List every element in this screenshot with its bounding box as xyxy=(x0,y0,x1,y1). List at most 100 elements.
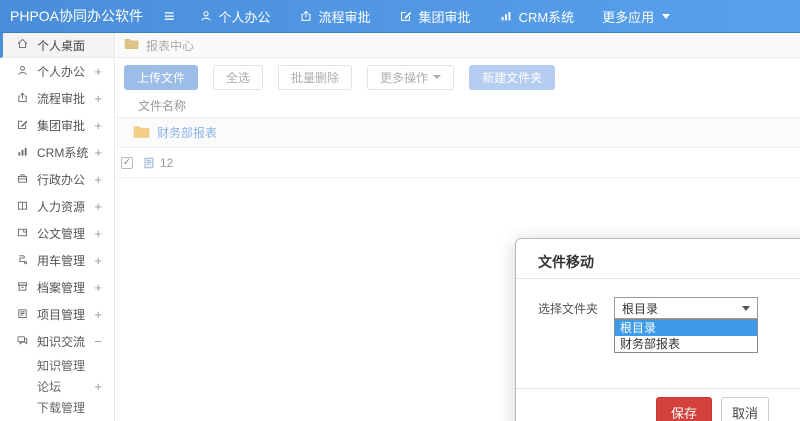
upload-box-icon xyxy=(16,91,37,107)
sidebar-item-human-resources[interactable]: 人力资源 + xyxy=(0,193,114,220)
cancel-button[interactable]: 取消 xyxy=(721,397,770,421)
sidebar-item-label: 个人桌面 xyxy=(37,38,86,53)
sidebar: 个人桌面 个人办公 + 流程审批 + 集团审批 + CRM系统 + 行政办公 + xyxy=(0,33,115,421)
archive-icon xyxy=(16,280,37,296)
sidebar-item-personal-office[interactable]: 个人办公 + xyxy=(0,58,114,85)
sidebar-item-project-management[interactable]: 项目管理 + xyxy=(0,301,114,328)
topnav-workflow-approval[interactable]: 流程审批 xyxy=(299,7,371,26)
sidebar-item-label: 用车管理 xyxy=(37,254,86,268)
sidebar-item-knowledge-exchange[interactable]: 知识交流 − xyxy=(0,328,114,355)
user-icon xyxy=(16,64,37,80)
topbar: PHPOA协同办公软件 ≡ 个人办公 流程审批 集团审批 CRM系统 更多应用 xyxy=(0,0,800,33)
topnav-label: 更多应用 xyxy=(602,9,655,25)
sidebar-item-label: 项目管理 xyxy=(37,308,86,322)
dropdown-option-finance-reports[interactable]: 财务部报表 xyxy=(615,336,757,352)
file-name-label: 12 xyxy=(160,155,174,170)
dialog-body: 选择文件夹 根目录 根目录 财务部报表 xyxy=(516,279,800,388)
folder-icon xyxy=(133,124,157,142)
sidebar-subitem-label: 知识管理 xyxy=(37,359,86,373)
bar-chart-icon xyxy=(499,9,513,23)
sidebar-item-vehicle-management[interactable]: 用车管理 + xyxy=(0,247,114,274)
expand-plus-icon[interactable]: + xyxy=(94,379,102,394)
app-brand: PHPOA协同办公软件 xyxy=(10,8,144,24)
sidebar-item-label: CRM系统 xyxy=(37,146,89,160)
sidebar-item-crm-system[interactable]: CRM系统 + xyxy=(0,139,114,166)
dialog-title: 文件移动 xyxy=(538,254,594,270)
select-all-button[interactable]: 全选 xyxy=(213,64,264,90)
folder-select[interactable]: 根目录 xyxy=(614,297,759,319)
hamburger-menu-icon[interactable]: ≡ xyxy=(164,7,175,25)
topnav-label: 流程审批 xyxy=(318,9,371,25)
more-operations-button[interactable]: 更多操作 xyxy=(367,64,455,90)
folder-name-link[interactable]: 财务部报表 xyxy=(157,124,217,141)
file-name-column-header: 文件名称 xyxy=(116,95,800,118)
sidebar-subitem-download-management[interactable]: 下载管理 xyxy=(0,397,114,418)
book-icon xyxy=(16,199,37,215)
move-file-dialog: 文件移动 选择文件夹 根目录 根目录 财务部报表 保存 取消 xyxy=(515,238,800,421)
sidebar-item-personal-desktop[interactable]: 个人桌面 xyxy=(0,33,114,58)
toolbar: 上传文件 全选 批量删除 更多操作 新建文件夹 xyxy=(116,58,800,90)
save-button[interactable]: 保存 xyxy=(656,397,713,421)
folder-select-value: 根目录 xyxy=(622,301,659,316)
row-checkbox[interactable]: ✓ xyxy=(121,156,133,169)
table-row[interactable]: ✓ 12 xyxy=(116,148,800,178)
sidebar-item-admin-office[interactable]: 行政办公 + xyxy=(0,166,114,193)
briefcase-icon xyxy=(16,172,37,188)
sidebar-item-label: 档案管理 xyxy=(37,281,86,295)
new-folder-button[interactable]: 新建文件夹 xyxy=(469,64,556,90)
sidebar-item-workflow-approval[interactable]: 流程审批 + xyxy=(0,85,114,112)
more-operations-label: 更多操作 xyxy=(380,70,429,85)
expand-plus-icon[interactable]: + xyxy=(94,118,102,133)
folder-icon xyxy=(124,37,146,53)
sidebar-subitem-forum[interactable]: 论坛 + xyxy=(0,376,114,397)
collapse-minus-icon[interactable]: − xyxy=(94,334,102,349)
topnav-label: 个人办公 xyxy=(218,9,271,25)
table-row[interactable]: 财务部报表 xyxy=(116,118,800,148)
sidebar-item-label: 流程审批 xyxy=(37,92,86,106)
expand-plus-icon[interactable]: + xyxy=(94,307,102,322)
expand-plus-icon[interactable]: + xyxy=(94,199,102,214)
topnav-label: 集团审批 xyxy=(418,9,471,25)
expand-plus-icon[interactable]: + xyxy=(94,253,102,268)
upload-box-icon xyxy=(299,9,313,23)
clipboard-icon xyxy=(16,307,37,323)
topnav-crm-system[interactable]: CRM系统 xyxy=(499,7,574,26)
sidebar-item-label: 集团审批 xyxy=(37,119,86,133)
sidebar-item-label: 行政办公 xyxy=(37,173,86,187)
expand-plus-icon[interactable]: + xyxy=(94,91,102,106)
bar-chart-icon xyxy=(16,145,37,161)
batch-delete-button[interactable]: 批量删除 xyxy=(278,64,353,90)
expand-plus-icon[interactable]: + xyxy=(94,64,102,79)
document-icon xyxy=(16,226,37,242)
topnav-more-apps[interactable]: 更多应用 xyxy=(602,7,671,26)
sidebar-subitem-knowledge-management[interactable]: 知识管理 xyxy=(0,355,114,376)
edit-icon xyxy=(399,9,413,23)
choose-folder-row: 选择文件夹 根目录 xyxy=(538,297,800,319)
topnav-group-approval[interactable]: 集团审批 xyxy=(399,7,471,26)
sidebar-subitem-label: 下载管理 xyxy=(37,401,86,415)
file-document-icon xyxy=(142,156,156,170)
dialog-header: 文件移动 xyxy=(516,239,800,279)
sidebar-item-label: 知识交流 xyxy=(37,335,86,349)
caret-down-icon xyxy=(662,13,671,19)
expand-plus-icon[interactable]: + xyxy=(94,226,102,241)
upload-file-button[interactable]: 上传文件 xyxy=(124,64,199,90)
expand-plus-icon[interactable]: + xyxy=(94,280,102,295)
sidebar-item-group-approval[interactable]: 集团审批 + xyxy=(0,112,114,139)
topnav-personal-office[interactable]: 个人办公 xyxy=(199,7,271,26)
sidebar-item-archive-management[interactable]: 档案管理 + xyxy=(0,274,114,301)
expand-plus-icon[interactable]: + xyxy=(94,172,102,187)
sidebar-item-label: 个人办公 xyxy=(37,65,86,79)
top-navigation: 个人办公 流程审批 集团审批 CRM系统 更多应用 xyxy=(199,7,671,26)
chat-bubbles-icon xyxy=(16,334,37,350)
edit-icon xyxy=(16,118,37,134)
expand-plus-icon[interactable]: + xyxy=(94,145,102,160)
breadcrumb-label: 报表中心 xyxy=(146,38,195,53)
home-icon xyxy=(16,37,37,53)
dropdown-option-root[interactable]: 根目录 xyxy=(615,320,757,336)
sidebar-item-document-management[interactable]: 公文管理 + xyxy=(0,220,114,247)
sidebar-item-label: 人力资源 xyxy=(37,200,86,214)
caret-down-icon xyxy=(433,75,442,79)
folder-select-dropdown: 根目录 财务部报表 xyxy=(614,319,758,353)
user-icon xyxy=(199,9,213,23)
